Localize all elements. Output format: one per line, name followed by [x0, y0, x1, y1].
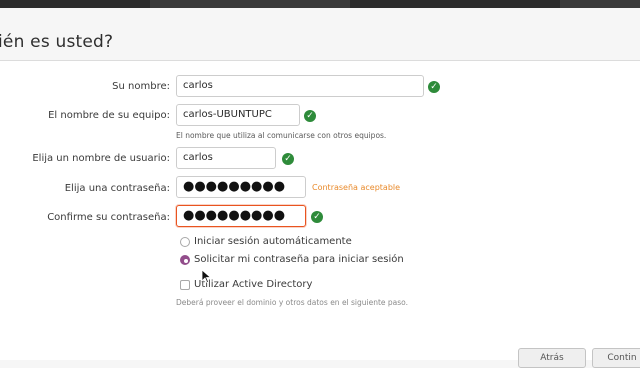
username-label: Elija un nombre de usuario: — [32, 153, 170, 164]
computer-name-label: El nombre de su equipo: — [48, 110, 170, 121]
password-label: Elija una contraseña: — [64, 183, 170, 194]
password-field[interactable]: ●●●●●●●●● — [176, 176, 306, 198]
top-panel-segment — [560, 0, 640, 8]
mouse-pointer-icon — [201, 268, 212, 287]
installer-header: ién es usted? — [0, 8, 640, 61]
active-directory-checkbox[interactable] — [180, 280, 190, 290]
check-circle-icon: ✓ — [282, 153, 294, 165]
computer-name-field[interactable]: carlos-UBUNTUPC — [176, 104, 300, 126]
continue-button[interactable]: Contin — [592, 348, 640, 368]
name-label: Su nombre: — [112, 81, 170, 92]
check-circle-icon: ✓ — [311, 211, 323, 223]
confirm-password-mask: ●●●●●●●●● — [183, 208, 286, 223]
computer-name-hint: El nombre que utiliza al comunicarse con… — [176, 131, 387, 140]
auto-login-label[interactable]: Iniciar sesión automáticamente — [194, 236, 352, 247]
user-form-panel — [0, 61, 640, 360]
username-field[interactable]: carlos — [176, 147, 276, 169]
back-button[interactable]: Atrás — [518, 348, 586, 368]
auto-login-radio[interactable] — [180, 237, 190, 247]
page-title: ién es usted? — [0, 32, 114, 52]
require-password-radio[interactable] — [180, 255, 190, 265]
name-field[interactable]: carlos — [176, 75, 424, 97]
confirm-password-field[interactable]: ●●●●●●●●● — [176, 205, 306, 227]
active-directory-label[interactable]: Utilizar Active Directory — [194, 279, 312, 290]
check-circle-icon: ✓ — [304, 110, 316, 122]
top-panel-segment — [150, 0, 350, 8]
password-mask: ●●●●●●●●● — [183, 179, 286, 194]
top-panel — [0, 0, 640, 8]
confirm-password-label: Confirme su contraseña: — [47, 212, 170, 223]
require-password-label[interactable]: Solicitar mi contraseña para iniciar ses… — [194, 254, 404, 265]
active-directory-hint: Deberá proveer el dominio y otros datos … — [176, 298, 409, 307]
password-strength: Contraseña aceptable — [312, 183, 401, 192]
check-circle-icon: ✓ — [428, 81, 440, 93]
